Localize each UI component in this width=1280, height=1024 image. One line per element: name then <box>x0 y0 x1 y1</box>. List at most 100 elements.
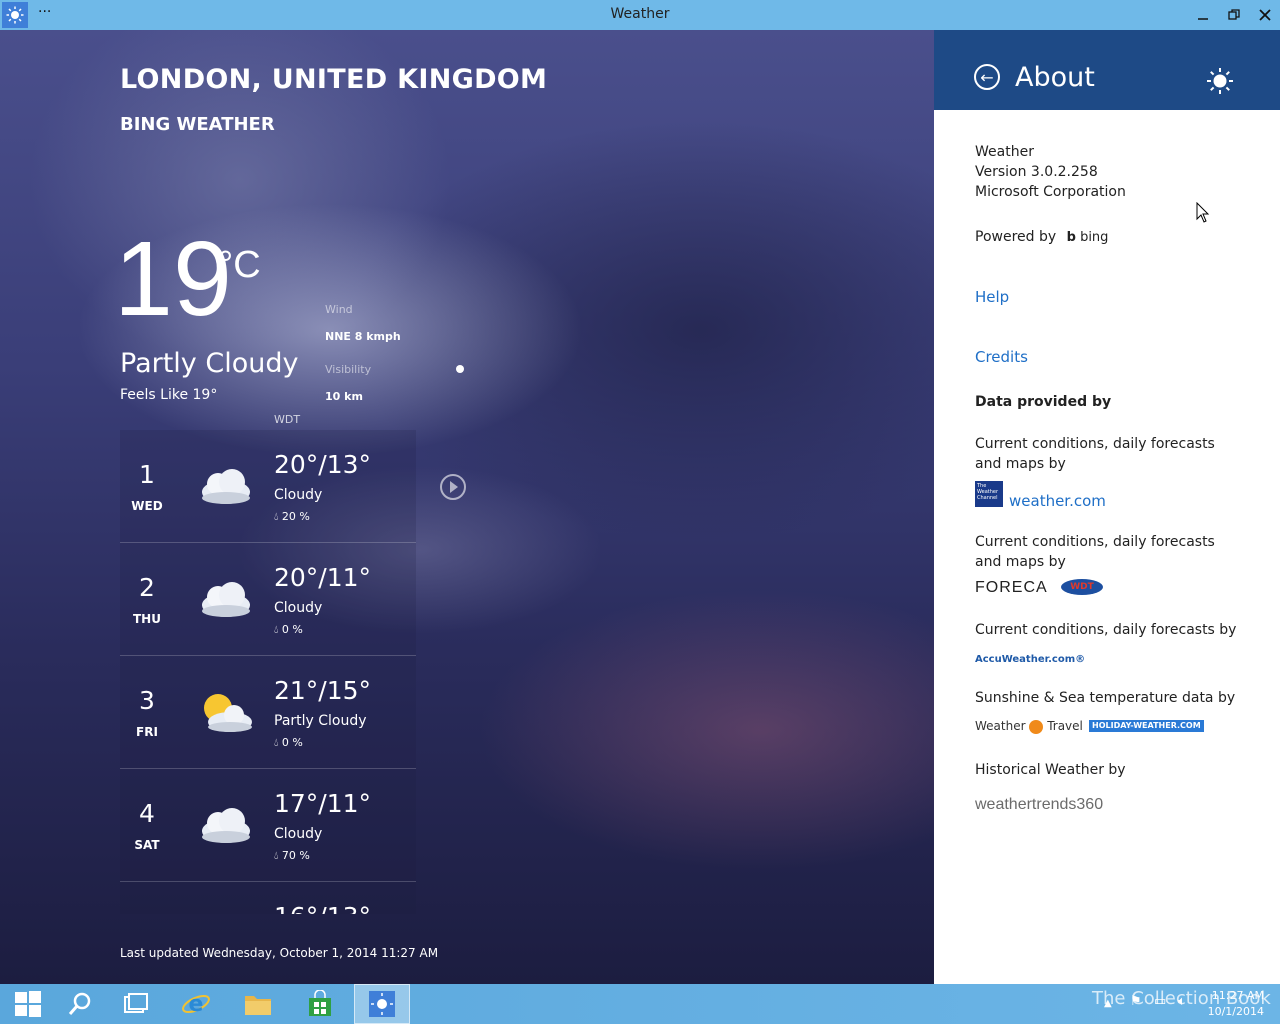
app-version: Version 3.0.2.258 <box>975 164 1098 180</box>
back-arrow-icon: ← <box>980 67 994 87</box>
network-icon: ▭ <box>1154 994 1167 1009</box>
forecast-day[interactable]: 16°/13° <box>120 882 416 914</box>
help-link[interactable]: Help <box>975 288 1009 306</box>
brand-label: BING WEATHER <box>120 114 275 135</box>
weather-channel-logo-text: The Weather Channel <box>977 483 999 501</box>
clock-date: 10/1/2014 <box>1207 1005 1264 1018</box>
forecast-day[interactable]: 3 FRI 21°/15° Partly Cloudy 💧︎ 0 % <box>120 656 416 769</box>
wdt-logo: WDT <box>1061 579 1103 595</box>
day-condition: Cloudy <box>274 826 323 842</box>
current-condition: Partly Cloudy <box>120 348 299 379</box>
forecast-day[interactable]: 1 WED 20°/13° Cloudy 💧︎ 20 % <box>120 430 416 543</box>
show-hidden-icons-button[interactable]: ▲ <box>1104 998 1112 1009</box>
precipitation: 💧︎ 0 % <box>274 623 303 637</box>
provider-description: Current conditions, daily forecasts and … <box>975 534 1215 570</box>
location-title[interactable]: LONDON, UNITED KINGDOM <box>120 64 547 95</box>
bing-b-icon: b <box>1066 230 1076 245</box>
clock-time: 11:27 AM <box>1211 989 1264 1002</box>
wind-label: Wind <box>325 303 353 316</box>
day-number: 2 <box>139 573 155 602</box>
task-view-icon <box>124 993 148 1013</box>
raindrop-icon: 💧︎ <box>274 510 279 523</box>
restore-button[interactable] <box>1219 0 1249 30</box>
current-temperature: 19 <box>114 220 232 338</box>
precipitation: 💧︎ 20 % <box>274 510 310 524</box>
about-panel: ← About Weather Version 3.0.2.258 Micros… <box>934 30 1280 984</box>
data-provided-heading: Data provided by <box>975 394 1112 410</box>
feels-like: Feels Like 19° <box>120 387 218 403</box>
start-button[interactable] <box>0 984 56 1024</box>
title-bar: ··· Weather <box>0 0 1280 30</box>
about-title: About <box>1015 62 1095 93</box>
credits-link[interactable]: Credits <box>975 348 1028 366</box>
task-view-button[interactable] <box>108 984 164 1024</box>
taskbar: e The Collection Book ▲ ⚑ ▭ 🔈︎ 11:27 AM … <box>0 984 1280 1024</box>
app-name: Weather <box>975 144 1034 160</box>
day-condition: Cloudy <box>274 600 323 616</box>
day-number: 1 <box>139 460 155 489</box>
search-icon <box>68 992 91 1015</box>
weather-channel-logo: The Weather Channel <box>975 481 1003 507</box>
forecast-day[interactable]: 2 THU 20°/11° Cloudy 💧︎ 0 % <box>120 543 416 656</box>
network-button[interactable]: ▭ <box>1154 994 1166 1009</box>
action-center-button[interactable]: ⚑ <box>1130 994 1142 1009</box>
sun-2-icon <box>1029 719 1044 734</box>
powered-by: Powered by b bing <box>975 229 1108 245</box>
weather-main-view: LONDON, UNITED KINGDOM BING WEATHER 19 °… <box>0 30 934 984</box>
day-number: 3 <box>139 686 155 715</box>
weather-com-link[interactable]: weather.com <box>1009 492 1106 510</box>
day-condition: Cloudy <box>274 487 323 503</box>
weather2travel-logo-text-2: Travel <box>1047 719 1083 733</box>
weather-taskbar-button[interactable] <box>354 984 410 1024</box>
bing-logo-text: bing <box>1080 230 1109 245</box>
cloudy-icon <box>202 469 250 504</box>
last-updated: Last updated Wednesday, October 1, 2014 … <box>120 946 439 960</box>
precipitation: 💧︎ 70 % <box>274 849 310 863</box>
speaker-icon: 🔈︎ <box>1178 994 1186 1009</box>
store-bag-icon <box>309 990 331 1016</box>
powered-by-label: Powered by <box>975 229 1057 245</box>
raindrop-icon: 💧︎ <box>274 623 279 636</box>
day-condition: Partly Cloudy <box>274 713 367 729</box>
store-button[interactable] <box>292 984 348 1024</box>
high-low-temp: 17°/11° <box>274 789 372 818</box>
precip-value: 0 % <box>281 736 303 749</box>
forecast-source: WDT <box>274 413 301 426</box>
provider-description: Current conditions, daily forecasts by <box>975 622 1237 638</box>
visibility-label: Visibility <box>325 363 372 376</box>
minimize-button[interactable] <box>1188 0 1218 30</box>
internet-explorer-icon: e <box>182 992 210 1017</box>
precip-value: 0 % <box>281 623 303 636</box>
day-name: SAT <box>134 838 160 852</box>
weather2travel-logo-text: Weather <box>975 719 1026 733</box>
about-header: ← About <box>934 30 1280 110</box>
search-button[interactable] <box>52 984 108 1024</box>
pager-dot[interactable] <box>456 365 464 373</box>
internet-explorer-button[interactable]: e <box>168 984 224 1024</box>
day-name: THU <box>133 612 161 626</box>
cloudy-icon <box>202 582 250 617</box>
accuweather-logo: AccuWeather.com® <box>975 654 1086 665</box>
clock[interactable]: 11:27 AM 10/1/2014 <box>1208 988 1264 1020</box>
svg-text:e: e <box>189 992 204 1017</box>
forecast-day[interactable]: 4 SAT 17°/11° Cloudy 💧︎ 70 % <box>120 769 416 882</box>
weather2travel-logo: Weather Travel <box>975 719 1083 734</box>
restore-icon <box>1228 9 1240 20</box>
foreca-logo: FORECA <box>975 579 1048 596</box>
folder-icon <box>245 996 271 1015</box>
close-icon <box>1259 9 1271 21</box>
sun-icon <box>1207 68 1233 94</box>
high-low-temp: 20°/13° <box>274 450 372 479</box>
volume-button[interactable]: 🔈︎ <box>1178 994 1186 1009</box>
day-number: 4 <box>139 799 155 828</box>
weathertrends360-logo: weathertrends360 <box>975 796 1104 813</box>
close-button[interactable] <box>1250 0 1280 30</box>
back-button[interactable]: ← <box>974 64 1000 90</box>
precipitation: 💧︎ 0 % <box>274 736 303 750</box>
temperature-unit-toggle[interactable]: °C <box>218 244 261 287</box>
file-explorer-button[interactable] <box>230 984 286 1024</box>
daily-forecast-list: 1 WED 20°/13° Cloudy 💧︎ 20 % 2 THU 20°/1… <box>120 430 416 914</box>
cloudy-icon <box>202 808 250 843</box>
minimize-icon <box>1198 18 1208 20</box>
play-forecast-button[interactable] <box>440 474 466 500</box>
